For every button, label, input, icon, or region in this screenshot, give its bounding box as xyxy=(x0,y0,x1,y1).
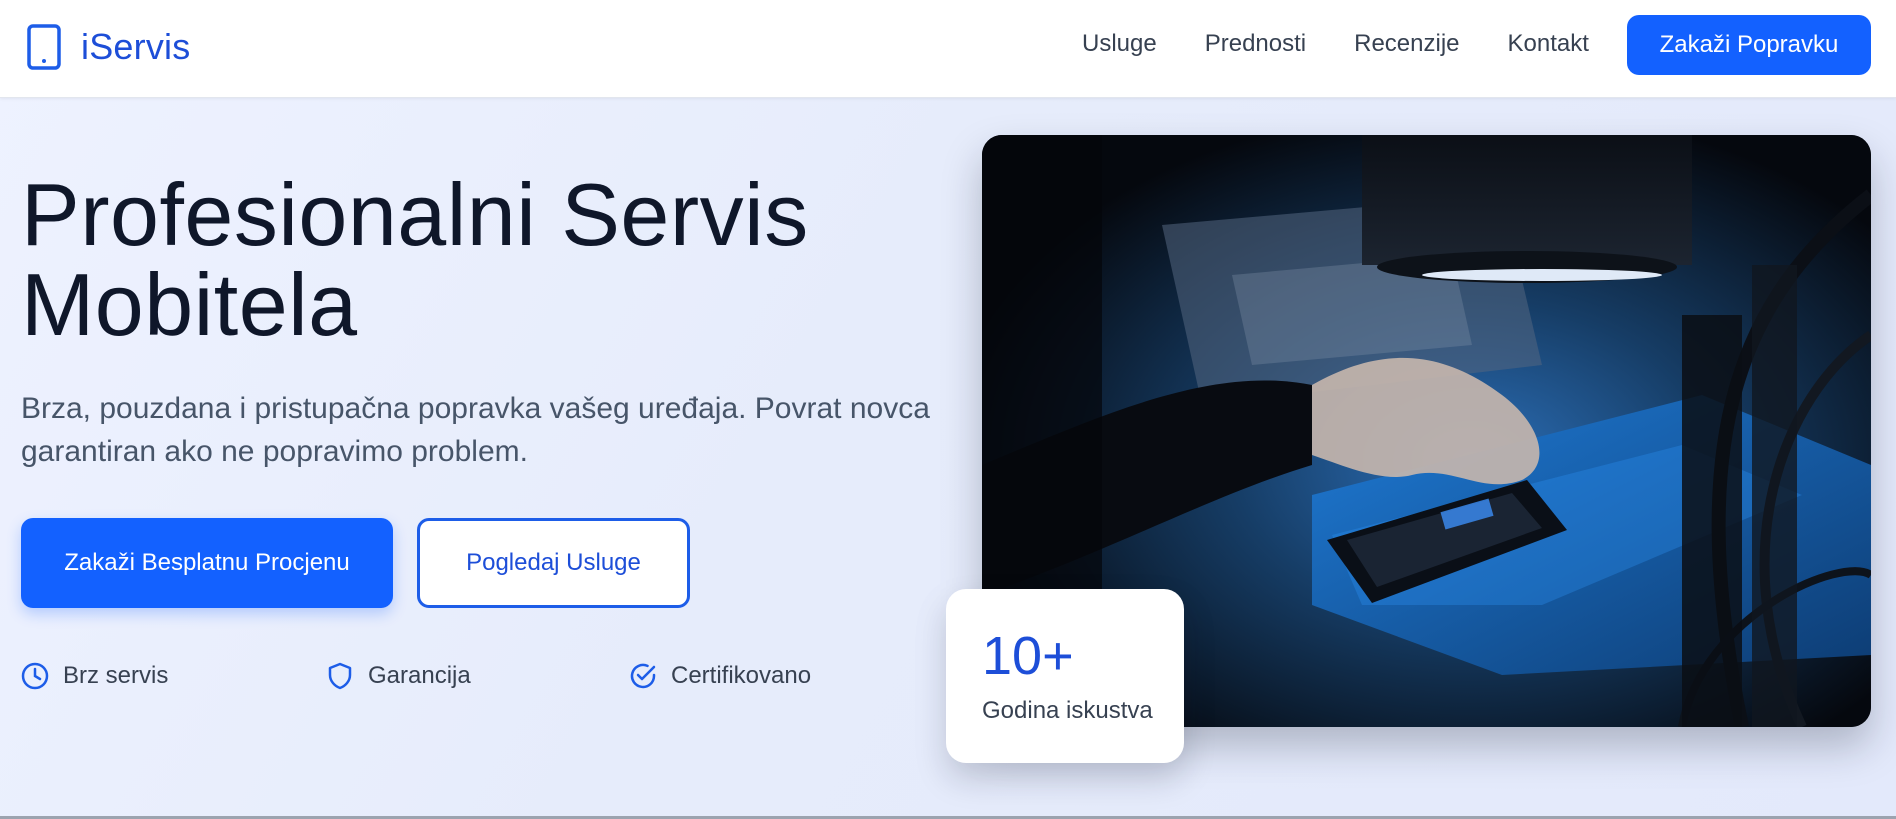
feature-certified: Certifikovano xyxy=(628,656,811,696)
site-header: iServis Usluge Prednosti Recenzije Konta… xyxy=(0,0,1896,98)
nav-link-recenzije[interactable]: Recenzije xyxy=(1354,30,1459,58)
hero-subtitle-line2: garantiran ako ne popravimo problem. xyxy=(21,435,528,468)
feature-label: Brz servis xyxy=(63,662,169,689)
brand-logo[interactable]: iServis xyxy=(27,22,190,72)
main-nav: Usluge Prednosti Recenzije Kontakt xyxy=(1082,30,1589,58)
free-estimate-button[interactable]: Zakaži Besplatnu Procjenu xyxy=(21,518,393,608)
book-repair-button[interactable]: Zakaži Popravku xyxy=(1627,15,1871,75)
smartphone-icon xyxy=(27,24,61,70)
brand-name: iServis xyxy=(81,26,191,67)
check-circle-icon xyxy=(630,663,656,689)
hero-title: Profesionalni Servis Mobitela xyxy=(21,170,921,350)
feature-warranty: Garancija xyxy=(325,656,471,696)
nav-link-usluge[interactable]: Usluge xyxy=(1082,30,1157,58)
nav-link-kontakt[interactable]: Kontakt xyxy=(1508,30,1589,58)
hero-title-line1: Profesionalni Servis xyxy=(21,165,809,264)
hero-title-line2: Mobitela xyxy=(21,255,358,354)
stat-value: 10+ xyxy=(982,626,1074,686)
feature-label: Garancija xyxy=(368,662,471,689)
experience-stat-card: 10+ Godina iskustva xyxy=(946,589,1184,763)
view-services-button[interactable]: Pogledaj Usluge xyxy=(417,518,690,608)
clock-icon xyxy=(21,662,49,690)
stat-label: Godina iskustva xyxy=(982,697,1153,724)
hero-subtitle-line1: Brza, pouzdana i pristupačna popravka va… xyxy=(21,392,930,425)
feature-fast-service: Brz servis xyxy=(20,656,168,696)
hero-subtitle: Brza, pouzdana i pristupačna popravka va… xyxy=(21,387,941,473)
shield-icon xyxy=(328,662,352,690)
nav-link-prednosti[interactable]: Prednosti xyxy=(1205,30,1306,58)
feature-label: Certifikovano xyxy=(671,662,812,689)
